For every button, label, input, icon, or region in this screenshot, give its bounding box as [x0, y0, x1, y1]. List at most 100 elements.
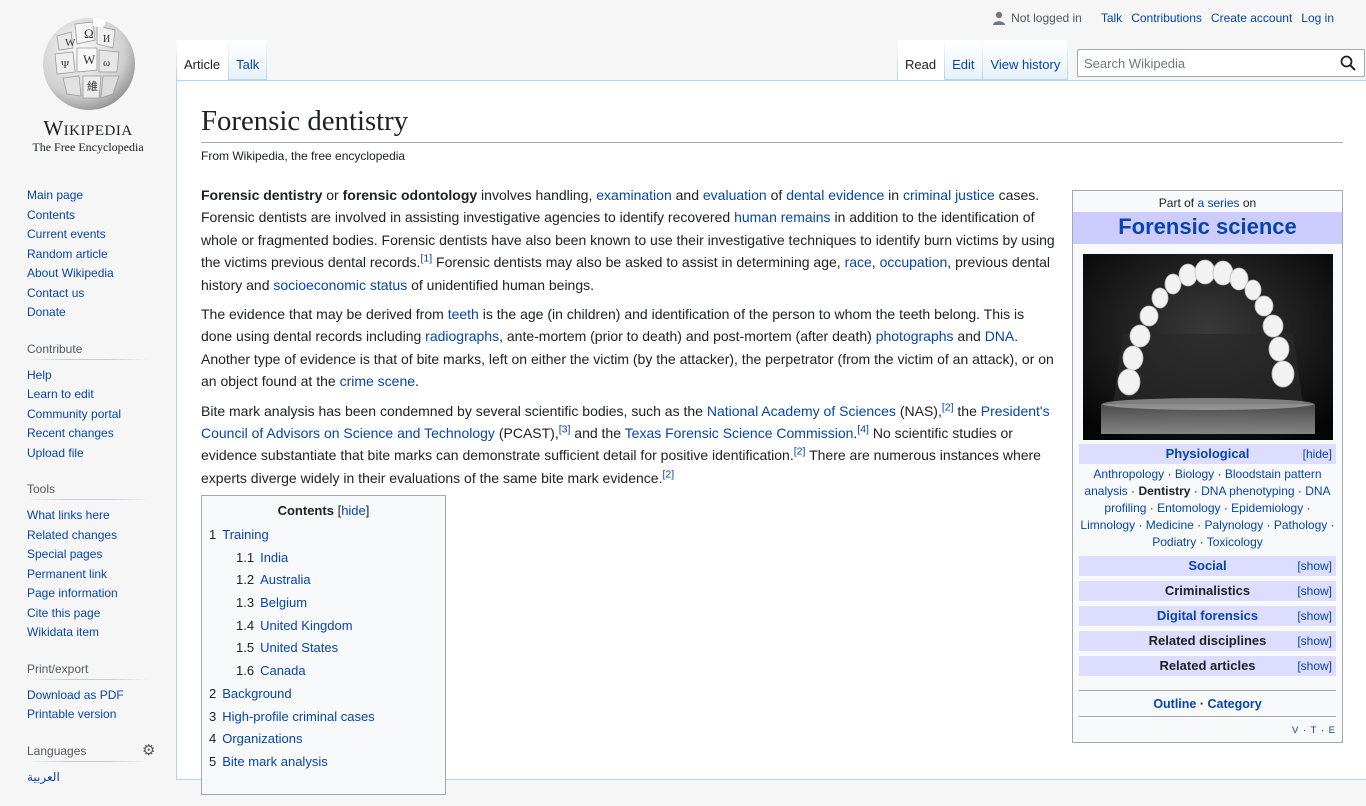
toc-label[interactable]: High-profile criminal cases: [222, 709, 374, 724]
tab-view-history-label[interactable]: View history: [990, 57, 1060, 72]
log-in-link[interactable]: Log in: [1301, 11, 1334, 25]
tab-read[interactable]: Read: [897, 40, 945, 80]
tab-edit[interactable]: Edit: [944, 40, 983, 80]
citation-link[interactable]: [4]: [857, 423, 869, 435]
sidebar-item-page-information[interactable]: Page information: [27, 586, 118, 600]
physiological-item[interactable]: Entomology: [1157, 501, 1220, 515]
link-radiographs[interactable]: radiographs: [425, 328, 499, 344]
physiological-item[interactable]: Toxicology: [1207, 535, 1263, 549]
sidebar-item-main-page[interactable]: Main page: [27, 188, 83, 202]
series-link[interactable]: a series: [1197, 196, 1239, 210]
sidebar-item-related-changes[interactable]: Related changes: [27, 528, 117, 542]
sidebar-item-contents[interactable]: Contents: [27, 208, 75, 222]
tab-talk-label[interactable]: Talk: [236, 57, 259, 72]
sidebar-item-learn-to-edit[interactable]: Learn to edit: [27, 387, 94, 401]
toc-link[interactable]: 4 Organizations: [209, 731, 302, 746]
sidebar-item-donate[interactable]: Donate: [27, 305, 66, 319]
toc-hide-toggle[interactable]: hide: [341, 503, 366, 518]
toc-label[interactable]: Canada: [260, 663, 306, 678]
toc-label[interactable]: Belgium: [260, 595, 307, 610]
toc-item[interactable]: 1 Training: [209, 524, 438, 547]
physiological-item[interactable]: Anthropology: [1093, 467, 1164, 481]
toc-label[interactable]: Organizations: [222, 731, 302, 746]
sidebar-item-wikidata-item[interactable]: Wikidata item: [27, 625, 99, 639]
series-title-text[interactable]: Forensic science: [1118, 214, 1297, 239]
citation-link[interactable]: [1]: [420, 253, 432, 265]
talk-template-link[interactable]: T: [1311, 725, 1318, 736]
link-nas[interactable]: National Academy of Sciences: [707, 403, 896, 419]
tab-edit-label[interactable]: Edit: [952, 57, 974, 72]
physiological-link[interactable]: Physiological: [1166, 446, 1250, 461]
citation-link[interactable]: [3]: [559, 423, 571, 435]
link-photographs[interactable]: photographs: [876, 328, 954, 344]
sidebar-item-about-wikipedia[interactable]: About Wikipedia: [27, 266, 114, 280]
sidebar-item-current-events[interactable]: Current events: [27, 227, 106, 241]
physiological-item[interactable]: Palynology: [1204, 518, 1263, 532]
toc-link[interactable]: 1.2 Australia: [236, 572, 311, 587]
citation-link[interactable]: [2]: [794, 446, 806, 458]
physiological-item[interactable]: DNA phenotyping: [1201, 484, 1294, 498]
link-dental-evidence[interactable]: dental evidence: [786, 187, 884, 203]
sidebar-item-printable-version[interactable]: Printable version: [27, 707, 116, 721]
link-examination[interactable]: examination: [596, 187, 672, 203]
link-occupation[interactable]: occupation: [880, 254, 948, 270]
language-settings-gear-icon[interactable]: ⚙: [142, 741, 155, 759]
physiological-item[interactable]: Biology: [1175, 467, 1214, 481]
physiological-item[interactable]: Pathology: [1274, 518, 1327, 532]
sidebar-language-arabic[interactable]: العربية: [27, 770, 60, 784]
sidebar-item-permanent-link[interactable]: Permanent link: [27, 567, 107, 581]
toc-link[interactable]: 3 High-profile criminal cases: [209, 709, 375, 724]
sidebar-item-download-pdf[interactable]: Download as PDF: [27, 688, 124, 702]
link-evaluation[interactable]: evaluation: [703, 187, 767, 203]
toc-item[interactable]: 1.3 Belgium: [209, 592, 438, 615]
collapsed-section-show-toggle[interactable]: [show]: [1297, 631, 1332, 651]
toc-link[interactable]: 1 Training: [209, 527, 269, 542]
toc-label[interactable]: Bite mark analysis: [222, 754, 327, 769]
toc-item[interactable]: 1.5 United States: [209, 637, 438, 660]
link-texas-fsc[interactable]: Texas Forensic Science Commission: [625, 425, 854, 441]
link-dna[interactable]: DNA: [985, 328, 1015, 344]
sidebar-item-cite-this-page[interactable]: Cite this page: [27, 606, 100, 620]
toc-item[interactable]: 1.4 United Kingdom: [209, 615, 438, 638]
toc-label[interactable]: India: [260, 550, 288, 565]
sidebar-item-recent-changes[interactable]: Recent changes: [27, 426, 114, 440]
series-title[interactable]: Forensic science: [1073, 212, 1342, 244]
citation-link[interactable]: [2]: [662, 468, 674, 480]
physiological-item[interactable]: Epidemiology: [1231, 501, 1303, 515]
collapsed-section-title[interactable]: Digital forensics: [1157, 608, 1258, 623]
dental-cast-image[interactable]: [1082, 254, 1333, 440]
collapsed-section-show-toggle[interactable]: [show]: [1297, 556, 1332, 576]
toc-link[interactable]: 1.5 United States: [236, 640, 338, 655]
collapsed-section-title[interactable]: Social: [1188, 558, 1226, 573]
create-account-link[interactable]: Create account: [1211, 11, 1292, 25]
search-input[interactable]: [1084, 55, 1324, 71]
toc-label[interactable]: United States: [260, 640, 338, 655]
toc-item[interactable]: 2 Background: [209, 683, 438, 706]
link-criminal-justice[interactable]: criminal justice: [903, 187, 995, 203]
toc-link[interactable]: 5 Bite mark analysis: [209, 754, 328, 769]
tab-view-history[interactable]: View history: [982, 40, 1069, 80]
citation-link[interactable]: [2]: [942, 401, 954, 413]
toc-item[interactable]: 1.2 Australia: [209, 569, 438, 592]
physiological-hide-toggle[interactable]: [hide]: [1303, 444, 1332, 464]
tab-article[interactable]: Article: [176, 40, 229, 80]
link-race[interactable]: race: [845, 254, 872, 270]
search-icon[interactable]: [1340, 55, 1356, 71]
personal-contributions-link[interactable]: Contributions: [1131, 11, 1202, 25]
wikipedia-logo[interactable]: W Ω И W Ψ ω 維 Wikipedia The Free Encyclo…: [0, 0, 176, 160]
physiological-item[interactable]: Podiatry: [1152, 535, 1196, 549]
link-teeth[interactable]: teeth: [448, 306, 479, 322]
tab-talk[interactable]: Talk: [228, 40, 268, 80]
edit-template-link[interactable]: E: [1329, 725, 1336, 736]
sidebar-item-community-portal[interactable]: Community portal: [27, 407, 121, 421]
toc-item[interactable]: 4 Organizations: [209, 728, 438, 751]
toc-link[interactable]: 1.4 United Kingdom: [236, 618, 353, 633]
toc-label[interactable]: United Kingdom: [260, 618, 353, 633]
sidebar-item-help[interactable]: Help: [27, 368, 52, 382]
physiological-item[interactable]: Medicine: [1146, 518, 1194, 532]
toc-label[interactable]: Background: [222, 686, 291, 701]
view-template-link[interactable]: V: [1292, 725, 1299, 736]
personal-talk-link[interactable]: Talk: [1101, 11, 1122, 25]
toc-item[interactable]: 1.6 Canada: [209, 660, 438, 683]
toc-link[interactable]: 1.6 Canada: [236, 663, 306, 678]
